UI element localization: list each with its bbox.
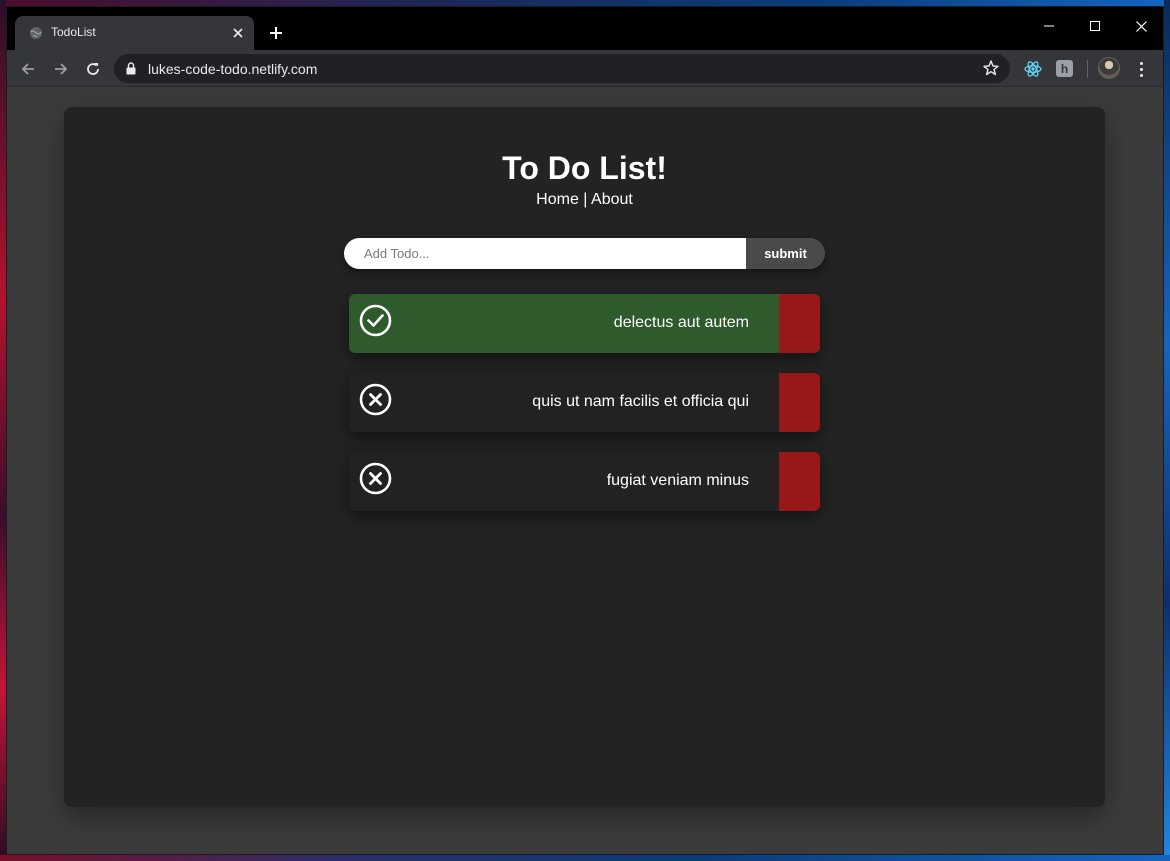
delete-todo-button[interactable] <box>779 294 820 353</box>
todo-item[interactable]: quis ut nam facilis et officia qui <box>349 373 820 432</box>
todo-text: fugiat veniam minus <box>606 472 749 489</box>
desktop-wallpaper <box>0 855 1170 861</box>
x-circle-icon[interactable] <box>359 383 392 416</box>
h-extension-icon[interactable]: h <box>1056 60 1073 77</box>
add-todo-form: submit <box>344 238 825 269</box>
forward-button[interactable] <box>48 56 74 82</box>
browser-tab[interactable]: TodoList <box>15 16 254 50</box>
browser-window: TodoList lukes-code-todo.netlify.com h T… <box>6 6 1164 855</box>
page-title: To Do List! <box>502 150 667 186</box>
maximize-icon <box>1090 21 1100 31</box>
close-icon <box>1135 20 1147 32</box>
plus-icon <box>270 27 282 39</box>
react-devtools-icon[interactable] <box>1023 59 1043 79</box>
delete-todo-button[interactable] <box>779 452 820 511</box>
globe-icon <box>30 27 42 39</box>
check-circle-icon[interactable] <box>359 304 392 337</box>
todo-item[interactable]: delectus aut autem <box>349 294 820 353</box>
new-tab-button[interactable] <box>264 21 288 45</box>
nav-separator: | <box>578 191 592 208</box>
todo-list: delectus aut autem quis ut nam facilis e… <box>349 294 820 531</box>
minimize-button[interactable] <box>1026 11 1072 41</box>
desktop-wallpaper <box>1164 0 1170 861</box>
page-viewport: To Do List! Home | About submit delectus… <box>7 88 1163 854</box>
star-icon[interactable] <box>982 59 1000 77</box>
browser-toolbar: lukes-code-todo.netlify.com h <box>7 50 1163 87</box>
todo-item[interactable]: fugiat veniam minus <box>349 452 820 511</box>
todo-text: quis ut nam facilis et officia qui <box>532 393 749 410</box>
page-nav: Home | About <box>64 191 1105 209</box>
close-tab-button[interactable] <box>228 23 248 43</box>
nav-link-home[interactable]: Home <box>536 191 579 208</box>
delete-todo-button[interactable] <box>779 373 820 432</box>
arrow-right-icon <box>55 63 68 75</box>
toolbar-divider <box>1087 60 1088 78</box>
x-circle-icon[interactable] <box>359 462 392 495</box>
tab-title: TodoList <box>51 25 96 39</box>
back-button[interactable] <box>15 56 41 82</box>
add-todo-input[interactable] <box>344 238 746 269</box>
reload-button[interactable] <box>80 56 106 82</box>
minimize-icon <box>1044 25 1054 27</box>
todo-app-card: To Do List! Home | About submit delectus… <box>64 107 1105 807</box>
close-icon <box>233 28 243 38</box>
close-window-button[interactable] <box>1118 11 1163 41</box>
address-bar[interactable]: lukes-code-todo.netlify.com <box>114 54 1010 83</box>
todo-text: delectus aut autem <box>613 314 749 331</box>
lock-icon <box>126 62 136 75</box>
submit-button[interactable]: submit <box>746 238 825 269</box>
maximize-button[interactable] <box>1072 11 1118 41</box>
arrow-left-icon <box>21 63 34 75</box>
url-text: lukes-code-todo.netlify.com <box>148 61 318 77</box>
avatar[interactable] <box>1098 57 1120 79</box>
reload-icon <box>87 63 99 75</box>
title-bar: TodoList <box>7 7 1163 50</box>
kebab-menu-icon[interactable] <box>1131 58 1151 80</box>
nav-link-about[interactable]: About <box>591 191 633 208</box>
